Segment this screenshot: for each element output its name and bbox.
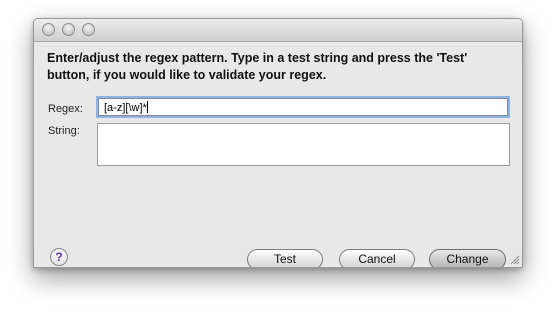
regex-dialog-window: Enter/adjust the regex pattern. Type in …	[33, 18, 523, 268]
minimize-window-icon[interactable]	[62, 23, 75, 36]
cancel-button[interactable]: Cancel	[339, 249, 415, 267]
test-button[interactable]: Test	[247, 249, 323, 267]
help-icon[interactable]: ?	[50, 248, 68, 266]
dialog-content: Enter/adjust the regex pattern. Type in …	[34, 42, 522, 267]
regex-input[interactable]: [a-z][\w]*	[98, 98, 508, 116]
string-label: String:	[48, 125, 80, 137]
text-caret	[146, 101, 148, 113]
regex-input-value: [a-z][\w]*	[104, 102, 147, 114]
regex-label: Regex:	[48, 103, 83, 115]
instruction-message: Enter/adjust the regex pattern. Type in …	[47, 51, 468, 82]
title-bar[interactable]	[34, 19, 522, 42]
zoom-window-icon[interactable]	[82, 23, 95, 36]
close-window-icon[interactable]	[42, 23, 55, 36]
resize-grip-icon[interactable]	[510, 255, 520, 265]
test-string-textarea[interactable]	[97, 123, 510, 166]
change-button[interactable]: Change	[429, 249, 506, 267]
